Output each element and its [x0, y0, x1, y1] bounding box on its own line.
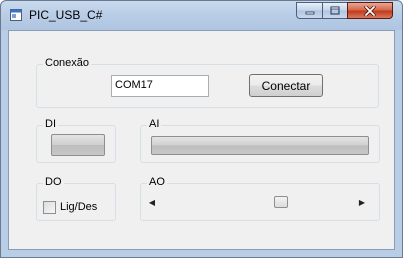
- analog-input-group-label: AI: [147, 118, 162, 130]
- slider-thumb[interactable]: [273, 196, 288, 208]
- digital-input-indicator: [51, 134, 105, 156]
- close-icon: [364, 5, 376, 16]
- digital-output-checkbox-label[interactable]: Lig/Des: [60, 201, 97, 213]
- app-window: PIC_USB_C# Conexão COM17 Conectar DI AI …: [0, 0, 403, 258]
- analog-input-group: AI: [140, 118, 380, 163]
- digital-input-group-label: DI: [43, 118, 58, 130]
- scroll-left-arrow-icon[interactable]: ◀: [146, 195, 158, 209]
- app-icon: [10, 9, 22, 21]
- scroll-right-arrow-icon[interactable]: ▶: [356, 195, 368, 209]
- port-input[interactable]: COM17: [111, 75, 209, 97]
- close-button[interactable]: [347, 2, 393, 19]
- analog-output-group-label: AO: [147, 176, 167, 188]
- digital-output-group-label: DO: [43, 176, 64, 188]
- connection-group-label: Conexão: [43, 57, 92, 69]
- maximize-icon: [330, 6, 340, 15]
- digital-output-group: DO Lig/Des: [36, 176, 116, 221]
- connect-button[interactable]: Conectar: [249, 74, 323, 97]
- minimize-icon: [305, 11, 314, 14]
- window-title: PIC_USB_C#: [29, 8, 103, 22]
- digital-output-checkbox[interactable]: [43, 201, 56, 214]
- digital-input-group: DI: [36, 118, 116, 163]
- form-client-area: Conexão COM17 Conectar DI AI DO Lig/Des …: [8, 30, 395, 250]
- connection-group: Conexão COM17 Conectar: [36, 57, 379, 108]
- minimize-button[interactable]: [296, 2, 322, 19]
- maximize-button[interactable]: [322, 2, 347, 19]
- title-bar[interactable]: PIC_USB_C#: [1, 1, 402, 29]
- analog-output-slider[interactable]: ◀ ▶: [146, 195, 368, 209]
- analog-output-group: AO ◀ ▶: [140, 176, 380, 221]
- analog-input-progress-bar: [151, 136, 369, 155]
